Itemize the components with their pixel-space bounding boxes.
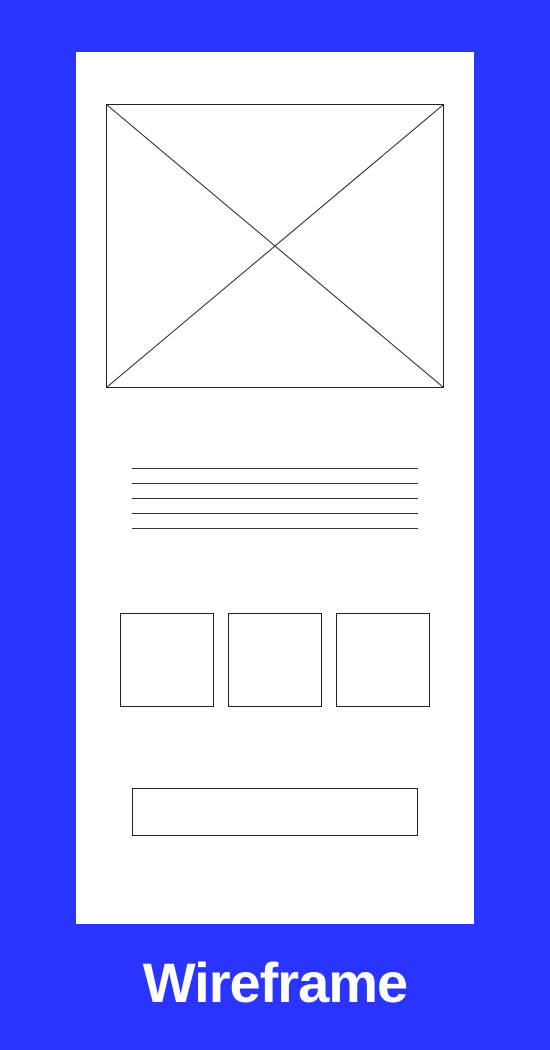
text-line [132, 498, 418, 499]
text-line [132, 528, 418, 529]
wireframe-canvas [76, 52, 474, 924]
paragraph-placeholder [132, 468, 418, 543]
thumbnail-placeholder [228, 613, 322, 707]
thumbnail-placeholder [336, 613, 430, 707]
hero-image-placeholder [106, 104, 444, 388]
thumbnail-placeholder [120, 613, 214, 707]
text-line [132, 468, 418, 469]
thumbnail-row [120, 613, 430, 707]
cta-button-placeholder [132, 788, 418, 836]
text-line [132, 483, 418, 484]
page-title: Wireframe [0, 950, 550, 1015]
image-placeholder-cross-icon [107, 105, 443, 387]
text-line [132, 513, 418, 514]
